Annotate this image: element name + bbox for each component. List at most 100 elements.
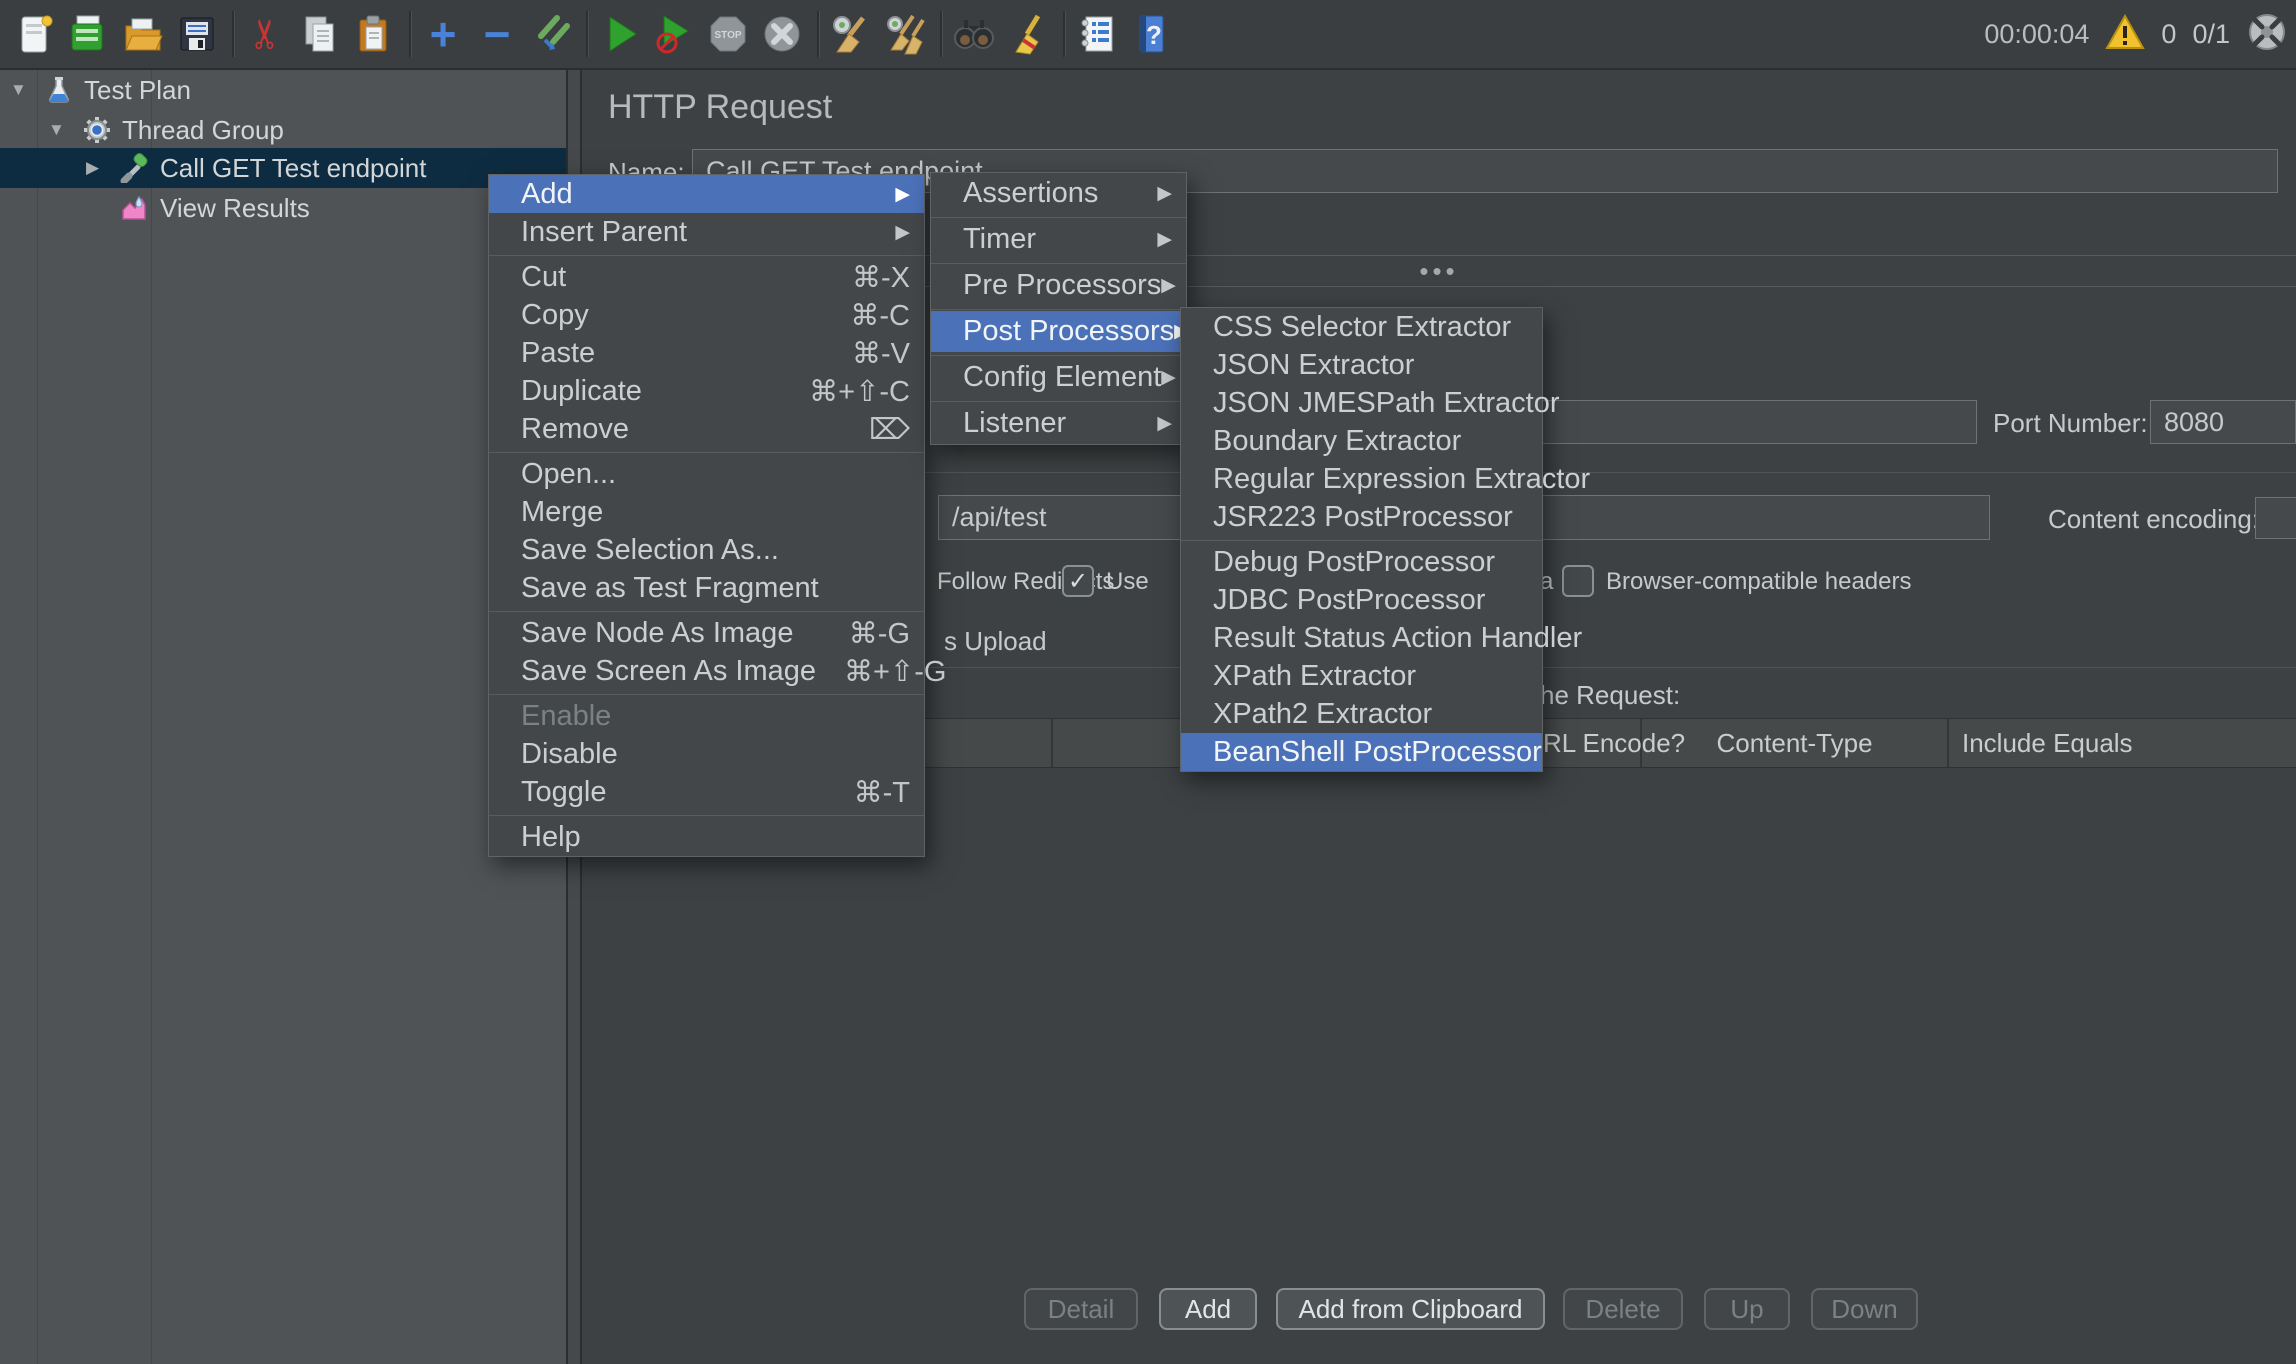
add-icon[interactable]: +	[420, 11, 466, 57]
copy-icon[interactable]	[297, 11, 343, 57]
shutdown-icon[interactable]	[759, 11, 805, 57]
menu-item-shortcut: ⌘+⇧-C	[781, 374, 910, 409]
tree-item-call-get-test-endpoint[interactable]: ▶ Call GET Test endpoint	[0, 148, 566, 188]
menu-item-insert-parent[interactable]: Insert Parent▶	[489, 213, 924, 251]
subtract-icon[interactable]: −	[474, 11, 520, 57]
menu-item-label: Cut	[521, 261, 566, 294]
tree-item-thread-group[interactable]: ▼Thread Group	[0, 110, 566, 150]
cut-icon[interactable]: ✂	[243, 11, 289, 57]
templates-icon[interactable]	[66, 11, 112, 57]
column-divider[interactable]	[1947, 719, 1949, 767]
column-divider[interactable]	[1051, 719, 1053, 767]
reset-search-icon[interactable]	[1005, 11, 1051, 57]
expand-arrow-icon[interactable]: ▶	[86, 148, 99, 188]
menu-item-save-node-as-image[interactable]: Save Node As Image⌘-G	[489, 614, 924, 652]
menu-item-pre-processors[interactable]: Pre Processors▶	[931, 265, 1186, 306]
menu-item-shortcut: ⌦	[841, 412, 910, 447]
help-icon[interactable]: ?	[1128, 11, 1174, 57]
toolbar-separator	[409, 11, 412, 57]
menu-item-label: Paste	[521, 337, 595, 370]
menu-item-label: BeanShell PostProcessor	[1213, 736, 1542, 769]
tree-item-label: Call GET Test endpoint	[160, 148, 426, 188]
menu-item-assertions[interactable]: Assertions▶	[931, 173, 1186, 214]
toggle-icon[interactable]	[528, 11, 574, 57]
add-button[interactable]: Add	[1159, 1288, 1257, 1330]
post-processors-submenu: CSS Selector ExtractorJSON ExtractorJSON…	[1180, 307, 1543, 772]
menu-item-copy[interactable]: Copy⌘-C	[489, 296, 924, 334]
content-type-column-header[interactable]: Content-Type	[1642, 719, 1947, 767]
save-icon[interactable]	[174, 11, 220, 57]
menu-item-beanshell-postprocessor[interactable]: BeanShell PostProcessor	[1181, 733, 1542, 771]
menu-separator	[931, 398, 1186, 403]
menu-item-result-status-action-handler[interactable]: Result Status Action Handler	[1181, 619, 1542, 657]
menu-item-merge[interactable]: Merge	[489, 493, 924, 531]
menu-item-label: Timer	[963, 223, 1036, 256]
menu-item-save-selection-as-[interactable]: Save Selection As...	[489, 531, 924, 569]
menu-item-open-[interactable]: Open...	[489, 455, 924, 493]
menu-item-label: Regular Expression Extractor	[1213, 463, 1590, 496]
content-encoding-input[interactable]	[2255, 497, 2296, 539]
menu-item-json-extractor[interactable]: JSON Extractor	[1181, 346, 1542, 384]
menu-item-label: Toggle	[521, 776, 606, 809]
collapse-arrow-icon[interactable]: ▼	[10, 70, 27, 110]
search-icon[interactable]	[951, 11, 997, 57]
menu-item-xpath-extractor[interactable]: XPath Extractor	[1181, 657, 1542, 695]
menu-item-label: Post Processors	[963, 315, 1174, 348]
menu-separator	[489, 811, 924, 818]
menu-item-json-jmespath-extractor[interactable]: JSON JMESPath Extractor	[1181, 384, 1542, 422]
menu-item-post-processors[interactable]: Post Processors▶	[931, 311, 1186, 352]
menu-separator	[489, 448, 924, 455]
use-keepalive-checkbox[interactable]: ✓	[1062, 565, 1094, 597]
toolbar: ✂ + − STOP ? 00:00:04 0 0/1	[0, 0, 2296, 70]
menu-item-cut[interactable]: Cut⌘-X	[489, 258, 924, 296]
menu-separator	[489, 690, 924, 697]
svg-text:?: ?	[1146, 20, 1162, 50]
menu-item-jdbc-postprocessor[interactable]: JDBC PostProcessor	[1181, 581, 1542, 619]
include-equals-column-header[interactable]: Include Equals	[1962, 719, 2133, 767]
menu-item-save-as-test-fragment[interactable]: Save as Test Fragment	[489, 569, 924, 607]
menu-item-boundary-extractor[interactable]: Boundary Extractor	[1181, 422, 1542, 460]
menu-item-css-selector-extractor[interactable]: CSS Selector Extractor	[1181, 308, 1542, 346]
menu-item-help[interactable]: Help	[489, 818, 924, 856]
menu-item-jsr223-postprocessor[interactable]: JSR223 PostProcessor	[1181, 498, 1542, 536]
files-upload-tab-fragment[interactable]: s Upload	[944, 626, 1047, 657]
menu-item-label: Debug PostProcessor	[1213, 546, 1495, 579]
menu-separator	[931, 260, 1186, 265]
tree-item-test-plan[interactable]: ▼Test Plan	[0, 70, 566, 110]
menu-item-duplicate[interactable]: Duplicate⌘+⇧-C	[489, 372, 924, 410]
clear-icon[interactable]	[828, 11, 874, 57]
collapse-arrow-icon[interactable]: ▼	[48, 110, 65, 150]
menu-item-timer[interactable]: Timer▶	[931, 219, 1186, 260]
menu-item-config-element[interactable]: Config Element▶	[931, 357, 1186, 398]
use-keepalive-label-fragment: Use	[1106, 568, 1149, 596]
toolbar-separator	[817, 11, 820, 57]
toolbar-separator	[586, 11, 589, 57]
menu-item-regular-expression-extractor[interactable]: Regular Expression Extractor	[1181, 460, 1542, 498]
menu-item-xpath2-extractor[interactable]: XPath2 Extractor	[1181, 695, 1542, 733]
menu-item-label: Listener	[963, 407, 1066, 440]
menu-item-save-screen-as-image[interactable]: Save Screen As Image⌘+⇧-G	[489, 652, 924, 690]
menu-item-enable: Enable	[489, 697, 924, 735]
start-icon[interactable]	[597, 11, 643, 57]
tree-item-view-results[interactable]: View Results	[0, 188, 566, 228]
add-from-clipboard-button[interactable]: Add from Clipboard	[1276, 1288, 1545, 1330]
start-no-timers-icon[interactable]	[651, 11, 697, 57]
stop-icon[interactable]: STOP	[705, 11, 751, 57]
open-file-icon[interactable]	[120, 11, 166, 57]
menu-item-add[interactable]: Add▶	[489, 175, 924, 213]
warning-icon[interactable]	[2105, 14, 2145, 55]
menu-item-remove[interactable]: Remove⌦	[489, 410, 924, 448]
new-file-icon[interactable]	[12, 11, 58, 57]
menu-item-disable[interactable]: Disable	[489, 735, 924, 773]
menu-item-debug-postprocessor[interactable]: Debug PostProcessor	[1181, 543, 1542, 581]
tree-indent-guide	[37, 70, 38, 1364]
menu-item-paste[interactable]: Paste⌘-V	[489, 334, 924, 372]
browser-headers-checkbox[interactable]	[1562, 565, 1594, 597]
port-number-input[interactable]: 8080	[2150, 400, 2296, 444]
paste-icon[interactable]	[351, 11, 397, 57]
function-helper-icon[interactable]	[1074, 11, 1120, 57]
menu-separator	[1181, 536, 1542, 543]
clear-all-icon[interactable]	[882, 11, 928, 57]
menu-item-toggle[interactable]: Toggle⌘-T	[489, 773, 924, 811]
menu-item-listener[interactable]: Listener▶	[931, 403, 1186, 444]
